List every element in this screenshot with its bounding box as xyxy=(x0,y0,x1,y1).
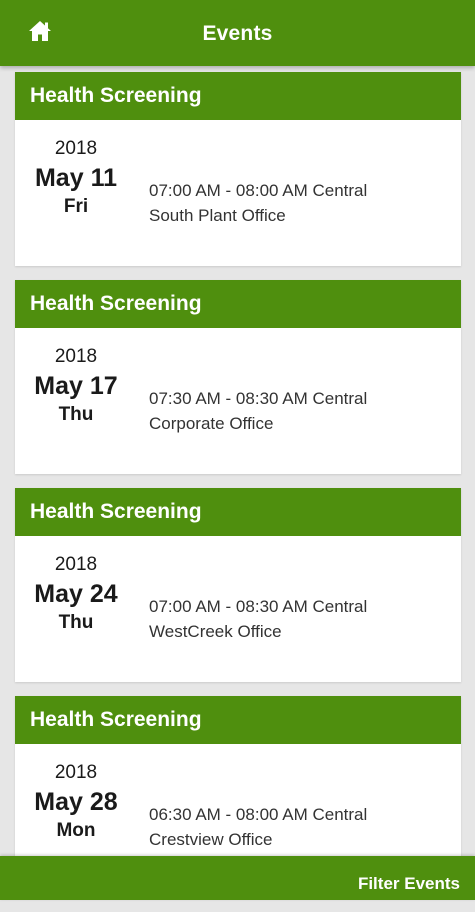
event-weekday: Mon xyxy=(56,820,96,841)
event-title: Health Screening xyxy=(15,696,461,744)
event-year: 2018 xyxy=(54,346,98,367)
event-info: 07:00 AM - 08:00 AM Central South Plant … xyxy=(149,178,367,228)
event-info: 07:00 AM - 08:30 AM Central WestCreek Of… xyxy=(149,594,367,644)
event-card[interactable]: Health Screening 2018 May 24 Thu 07:00 A… xyxy=(15,488,461,682)
event-info: 06:30 AM - 08:00 AM Central Crestview Of… xyxy=(149,802,367,852)
bottom-bar: Filter Events xyxy=(0,856,475,900)
event-month-day: May 17 xyxy=(34,372,118,400)
event-year: 2018 xyxy=(54,554,98,575)
event-list[interactable]: Health Screening 2018 May 11 Fri 07:00 A… xyxy=(0,66,475,856)
event-month-day: May 11 xyxy=(34,164,117,192)
app-bar: Events xyxy=(0,0,475,66)
event-time: 07:00 AM - 08:00 AM Central xyxy=(149,181,368,200)
filter-events-button[interactable]: Filter Events xyxy=(358,856,460,912)
event-month-day: May 28 xyxy=(34,788,118,816)
event-year: 2018 xyxy=(54,762,98,783)
event-card[interactable]: Health Screening 2018 May 28 Mon 06:30 A… xyxy=(15,696,461,856)
event-time: 07:00 AM - 08:30 AM Central xyxy=(149,597,368,616)
event-month-day: May 24 xyxy=(34,580,118,608)
event-title: Health Screening xyxy=(15,280,461,328)
event-time: 06:30 AM - 08:00 AM Central xyxy=(149,805,368,824)
event-time: 07:30 AM - 08:30 AM Central xyxy=(149,389,368,408)
event-card[interactable]: Health Screening 2018 May 11 Fri 07:00 A… xyxy=(15,72,461,266)
event-date: 2018 May 17 Thu xyxy=(15,345,137,427)
event-location: Corporate Office xyxy=(149,414,274,433)
event-info: 07:30 AM - 08:30 AM Central Corporate Of… xyxy=(149,386,367,436)
event-location: Crestview Office xyxy=(149,830,273,849)
event-date: 2018 May 28 Mon xyxy=(15,761,137,843)
event-location: WestCreek Office xyxy=(149,622,282,641)
event-weekday: Thu xyxy=(58,612,94,633)
event-weekday: Fri xyxy=(63,196,89,217)
event-date: 2018 May 11 Fri xyxy=(15,137,137,219)
page-title: Events xyxy=(202,22,273,45)
event-weekday: Thu xyxy=(58,404,94,425)
event-title: Health Screening xyxy=(15,488,461,536)
event-location: South Plant Office xyxy=(149,206,286,225)
event-title: Health Screening xyxy=(15,72,461,120)
event-year: 2018 xyxy=(54,138,98,159)
event-date: 2018 May 24 Thu xyxy=(15,553,137,635)
event-card[interactable]: Health Screening 2018 May 17 Thu 07:30 A… xyxy=(15,280,461,474)
